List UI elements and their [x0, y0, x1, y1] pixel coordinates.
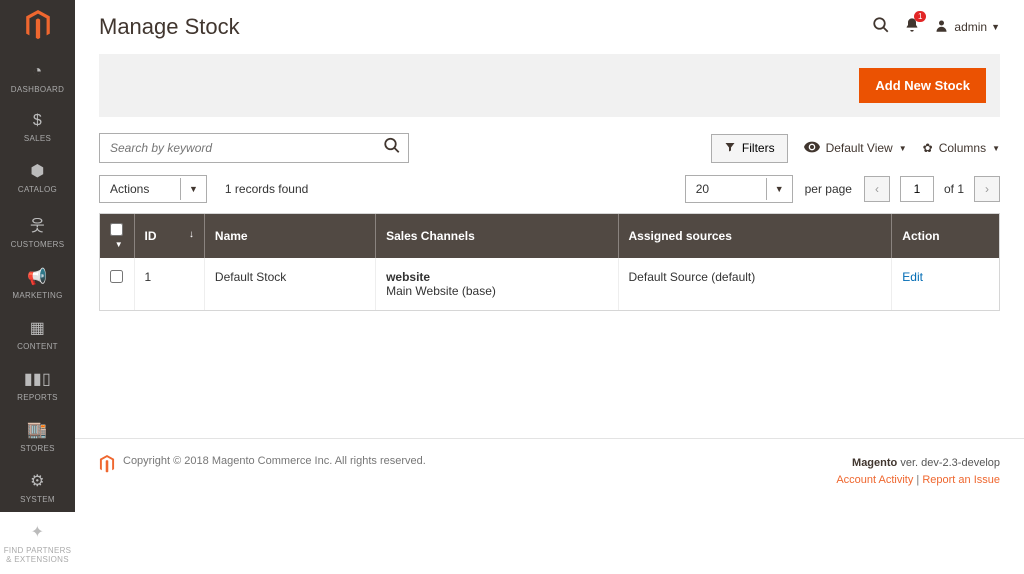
eye-icon [804, 141, 820, 156]
default-view-dropdown[interactable]: Default View ▼ [804, 141, 907, 156]
add-new-stock-button[interactable]: Add New Stock [859, 68, 986, 103]
layout-icon: ▦ [0, 318, 75, 338]
chart-icon: ▮▮▯ [0, 369, 75, 389]
caret-down-icon: ▼ [992, 144, 1000, 153]
actions-dropdown[interactable]: Actions ▼ [99, 175, 207, 203]
nav-content[interactable]: ▦CONTENT [0, 310, 75, 361]
notifications-icon[interactable]: 1 [904, 17, 920, 38]
funnel-icon [724, 141, 736, 156]
caret-down-icon: ▼ [899, 144, 907, 153]
search-icon[interactable] [872, 16, 890, 39]
caret-down-icon: ▼ [115, 240, 123, 249]
cell-action: Edit [892, 258, 999, 310]
nav-stores[interactable]: 🏬STORES [0, 412, 75, 463]
row-checkbox[interactable] [110, 270, 123, 283]
gauge-icon: ◔ [0, 63, 75, 81]
per-page-select[interactable]: 20 ▼ [685, 175, 793, 203]
pager: ‹ of 1 › [864, 176, 1000, 202]
dollar-icon: $ [0, 112, 75, 130]
magento-logo-small [99, 455, 115, 478]
notification-badge: 1 [914, 11, 926, 22]
report-issue-link[interactable]: Report an Issue [922, 474, 1000, 486]
page-total: of 1 [944, 182, 964, 196]
sidebar: ◔DASHBOARD $SALES ⬢CATALOG 웃CUSTOMERS 📢M… [0, 0, 75, 512]
page-header: Manage Stock 1 admin ▼ [75, 0, 1024, 40]
table-row: 1 Default Stock website Main Website (ba… [100, 258, 999, 310]
puzzle-icon: ✦ [0, 522, 75, 542]
nav-partners[interactable]: ✦FIND PARTNERS & EXTENSIONS [0, 514, 75, 574]
copyright-text: Copyright © 2018 Magento Commerce Inc. A… [123, 455, 426, 467]
footer: Copyright © 2018 Magento Commerce Inc. A… [75, 438, 1024, 512]
col-select-all[interactable]: ▼ [100, 214, 134, 258]
user-name: admin [954, 20, 987, 34]
cell-sales-channels: website Main Website (base) [376, 258, 618, 310]
caret-down-icon: ▼ [991, 22, 1000, 32]
nav-catalog[interactable]: ⬢CATALOG [0, 153, 75, 204]
box-icon: ⬢ [0, 161, 75, 181]
cell-id: 1 [134, 258, 204, 310]
user-menu[interactable]: admin ▼ [934, 18, 1000, 37]
nav-marketing[interactable]: 📢MARKETING [0, 259, 75, 310]
stock-grid: ▼ ID↓ Name Sales Channels Assigned sourc… [99, 213, 1000, 311]
page-input[interactable] [900, 176, 934, 202]
caret-down-icon: ▼ [766, 178, 792, 200]
col-assigned-sources[interactable]: Assigned sources [618, 214, 892, 258]
columns-dropdown[interactable]: ✿ Columns ▼ [923, 141, 1000, 155]
controls-row-1: Filters Default View ▼ ✿ Columns ▼ [75, 117, 1024, 163]
filters-button[interactable]: Filters [711, 134, 788, 163]
col-sales-channels[interactable]: Sales Channels [376, 214, 618, 258]
caret-down-icon: ▼ [180, 178, 206, 200]
person-icon: 웃 [0, 212, 75, 236]
col-action: Action [892, 214, 999, 258]
nav-sales[interactable]: $SALES [0, 104, 75, 153]
main-content: Manage Stock 1 admin ▼ Add New Stock [75, 0, 1024, 512]
gear-icon: ⚙ [0, 471, 75, 491]
primary-toolbar: Add New Stock [99, 54, 1000, 117]
edit-link[interactable]: Edit [902, 270, 923, 284]
nav-dashboard[interactable]: ◔DASHBOARD [0, 55, 75, 104]
next-page-button[interactable]: › [974, 176, 1000, 202]
search-wrap [99, 133, 409, 163]
sort-arrow-icon: ↓ [189, 229, 194, 240]
account-activity-link[interactable]: Account Activity [836, 474, 913, 486]
search-input[interactable] [99, 133, 409, 163]
nav-reports[interactable]: ▮▮▯REPORTS [0, 361, 75, 412]
nav-customers[interactable]: 웃CUSTOMERS [0, 204, 75, 259]
cell-name: Default Stock [204, 258, 375, 310]
megaphone-icon: 📢 [0, 267, 75, 287]
gear-icon: ✿ [923, 141, 933, 155]
user-icon [934, 18, 949, 37]
prev-page-button[interactable]: ‹ [864, 176, 890, 202]
store-icon: 🏬 [0, 420, 75, 440]
col-id[interactable]: ID↓ [134, 214, 204, 258]
page-title: Manage Stock [99, 14, 858, 40]
magento-logo [25, 10, 51, 43]
search-submit-icon[interactable] [383, 137, 401, 160]
nav-system[interactable]: ⚙SYSTEM [0, 463, 75, 514]
per-page-label: per page [805, 182, 852, 196]
controls-row-2: Actions ▼ 1 records found 20 ▼ per page … [75, 163, 1024, 213]
select-all-checkbox[interactable] [110, 223, 123, 236]
records-count: 1 records found [225, 182, 308, 196]
col-name[interactable]: Name [204, 214, 375, 258]
cell-assigned-sources: Default Source (default) [618, 258, 892, 310]
footer-version: ver. dev-2.3-develop [900, 457, 1000, 469]
footer-brand: Magento [852, 457, 897, 469]
